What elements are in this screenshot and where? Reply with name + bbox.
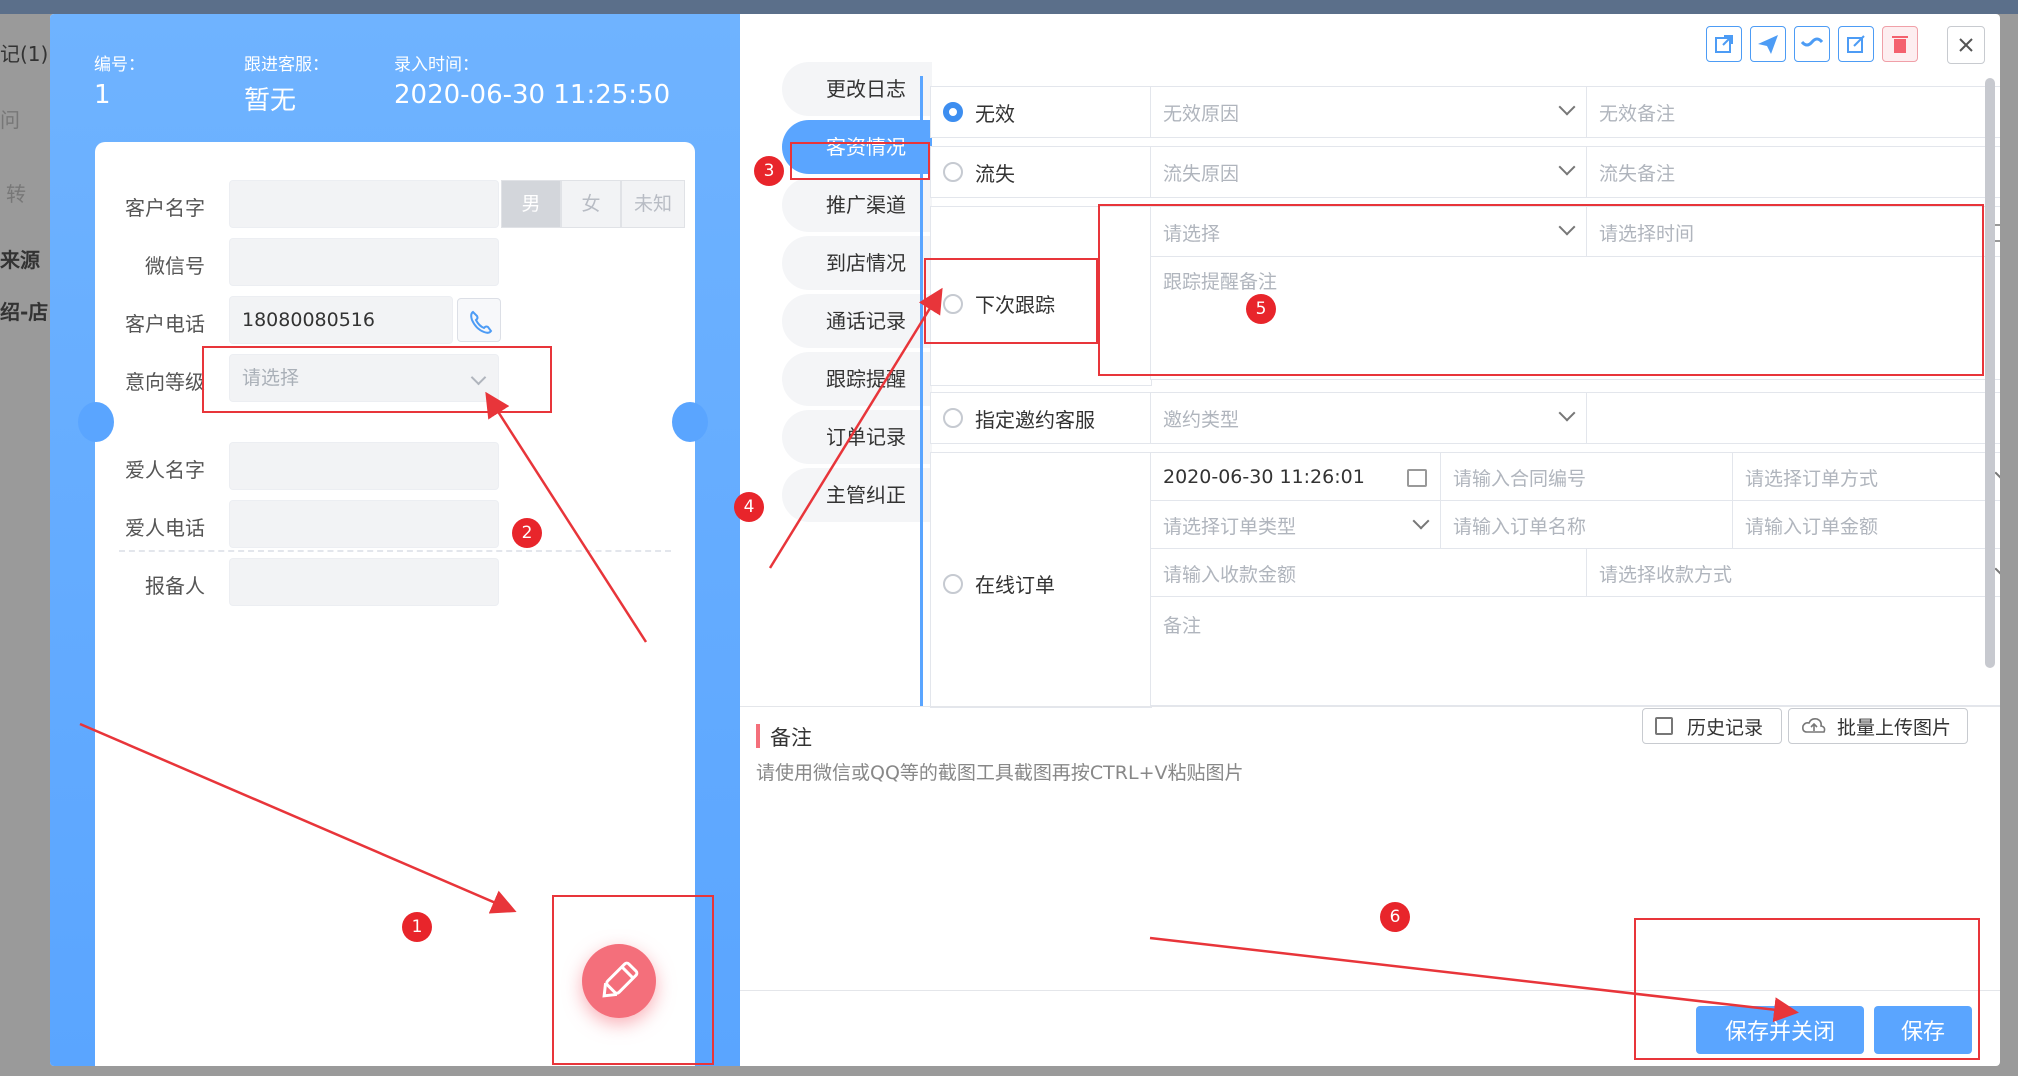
annotation-arrow-1 — [79, 722, 517, 914]
annotation-arrow-2 — [485, 391, 648, 643]
annotation-arrow-4 — [768, 287, 943, 569]
annotation-arrows — [79, 287, 1799, 1023]
annotation-arrow-6 — [1149, 936, 1799, 1023]
